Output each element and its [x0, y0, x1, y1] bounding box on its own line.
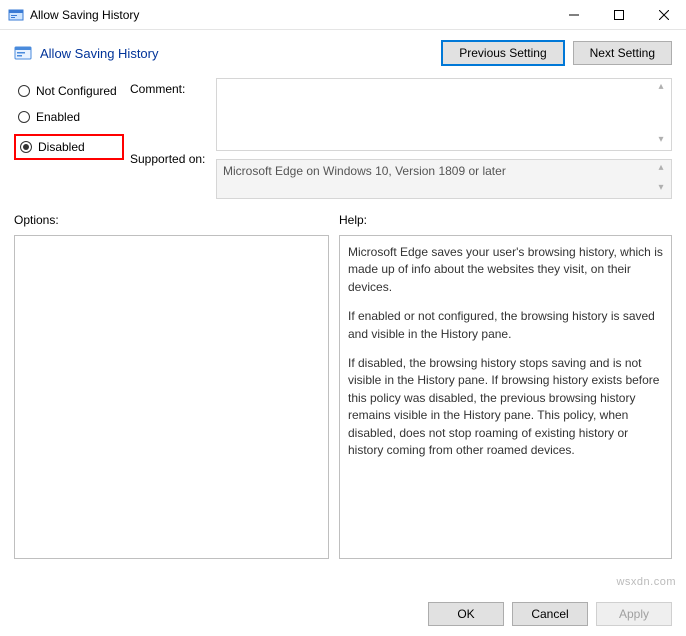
help-paragraph: Microsoft Edge saves your user's browsin… [348, 244, 663, 296]
scroll-down-icon: ▾ [653, 134, 669, 148]
scrollbar[interactable]: ▴ ▾ [653, 162, 669, 196]
previous-setting-button[interactable]: Previous Setting [441, 40, 564, 66]
cancel-button[interactable]: Cancel [512, 602, 588, 626]
radio-enabled[interactable]: Enabled [14, 108, 124, 126]
app-icon [8, 7, 24, 23]
supported-on-value [217, 160, 671, 198]
ok-button[interactable]: OK [428, 602, 504, 626]
policy-icon [14, 44, 32, 62]
apply-button[interactable]: Apply [596, 602, 672, 626]
config-area: Not Configured Enabled Disabled Comment:… [0, 78, 686, 199]
help-panel: Help: Microsoft Edge saves your user's b… [339, 213, 672, 559]
window-controls [551, 0, 686, 29]
help-box: Microsoft Edge saves your user's browsin… [339, 235, 672, 559]
comment-label: Comment: [130, 78, 210, 142]
options-label: Options: [14, 213, 329, 227]
comment-input[interactable] [217, 79, 671, 147]
radio-not-configured[interactable]: Not Configured [14, 82, 124, 100]
supported-on-wrap: ▴ ▾ [216, 159, 672, 199]
window-titlebar: Allow Saving History [0, 0, 686, 30]
scroll-up-icon: ▴ [653, 81, 669, 95]
scroll-down-icon: ▾ [653, 182, 669, 196]
header-row: Allow Saving History Previous Setting Ne… [0, 30, 686, 78]
field-labels: Comment: Supported on: [130, 78, 210, 199]
radio-disabled[interactable]: Disabled [14, 134, 124, 160]
options-box [14, 235, 329, 559]
page-title: Allow Saving History [40, 46, 433, 61]
help-label: Help: [339, 213, 672, 227]
state-radio-group: Not Configured Enabled Disabled [14, 78, 124, 199]
radio-icon [18, 85, 30, 97]
help-paragraph: If disabled, the browsing history stops … [348, 355, 663, 459]
window-title: Allow Saving History [30, 8, 551, 22]
radio-icon [20, 141, 32, 153]
comment-field-wrap: ▴ ▾ [216, 78, 672, 151]
close-button[interactable] [641, 0, 686, 30]
radio-label: Disabled [38, 140, 85, 154]
radio-label: Not Configured [36, 84, 117, 98]
minimize-button[interactable] [551, 0, 596, 30]
next-setting-button[interactable]: Next Setting [573, 41, 672, 65]
options-panel: Options: [14, 213, 329, 559]
lower-area: Options: Help: Microsoft Edge saves your… [0, 199, 686, 559]
dialog-button-bar: OK Cancel Apply [0, 592, 686, 636]
field-column: ▴ ▾ ▴ ▾ [216, 78, 672, 199]
scrollbar[interactable]: ▴ ▾ [653, 81, 669, 148]
radio-icon [18, 111, 30, 123]
watermark-site: wsxdn.com [616, 576, 676, 588]
radio-label: Enabled [36, 110, 80, 124]
scroll-up-icon: ▴ [653, 162, 669, 176]
maximize-button[interactable] [596, 0, 641, 30]
supported-on-label: Supported on: [130, 142, 210, 166]
help-paragraph: If enabled or not configured, the browsi… [348, 308, 663, 343]
